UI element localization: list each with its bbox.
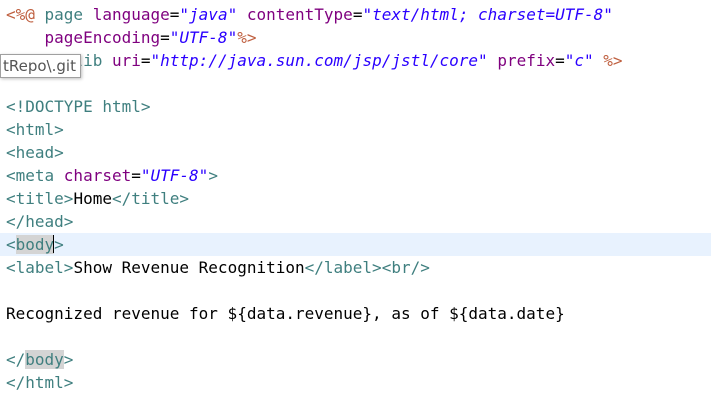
code-line[interactable]: <%@ taglib uri="http://java.sun.com/jsp/… (6, 49, 711, 72)
code-token: "UTF-8" (169, 28, 238, 47)
code-line[interactable]: </html> (6, 371, 711, 394)
code-token: < (6, 235, 16, 254)
code-token: "http://java.sun.com/jsp/jstl/core" (150, 51, 488, 70)
code-token: "text/html; charset=UTF-8" (362, 5, 613, 24)
code-token: <label> (6, 258, 74, 277)
code-line[interactable]: <%@ page language="java" contentType="te… (6, 3, 711, 26)
code-token: <title> (6, 189, 74, 208)
code-token: = (169, 5, 180, 24)
path-tooltip: tRepo\.git (0, 54, 81, 78)
code-line[interactable]: <html> (6, 118, 711, 141)
code-token: > (63, 350, 74, 369)
code-token: = (352, 5, 363, 24)
code-token: <%@ (6, 5, 45, 24)
code-token: = (555, 51, 565, 70)
code-token: prefix (497, 51, 556, 70)
code-line[interactable] (6, 72, 711, 95)
code-line[interactable]: </body> (6, 348, 711, 371)
code-token: body (15, 235, 55, 254)
code-token: uri (111, 51, 141, 70)
code-token: %> (237, 28, 257, 47)
code-line[interactable]: <!DOCTYPE html> (6, 95, 711, 118)
code-token: Home (73, 189, 112, 208)
code-token: </title> (111, 189, 190, 208)
code-token: pageEncoding (44, 28, 161, 47)
code-token: contentType (246, 5, 353, 24)
code-token: </ (6, 350, 26, 369)
code-token: "c" (564, 51, 594, 70)
code-token: <!DOCTYPE html> (6, 97, 151, 116)
code-token: = (140, 51, 151, 70)
code-line[interactable]: </head> (6, 210, 711, 233)
code-editor[interactable]: <%@ page language="java" contentType="te… (0, 0, 711, 404)
code-token: Recognized revenue for ${data.revenue}, … (6, 304, 565, 323)
code-token: language (92, 5, 170, 24)
code-token: > (208, 166, 218, 185)
code-line[interactable]: Recognized revenue for ${data.revenue}, … (6, 302, 711, 325)
code-token: "java" (179, 5, 238, 24)
code-token: = (160, 28, 170, 47)
code-token: <meta (6, 166, 64, 185)
code-token: = (131, 166, 141, 185)
code-token: </label><br/> (304, 258, 430, 277)
code-line[interactable]: <label>Show Revenue Recognition</label><… (6, 256, 711, 279)
code-token: %> (603, 51, 623, 70)
code-line[interactable]: <title>Home</title> (6, 187, 711, 210)
code-token: <head> (6, 143, 64, 162)
code-line[interactable]: <meta charset="UTF-8"> (6, 164, 711, 187)
code-token: <html> (6, 120, 64, 139)
code-token: </html> (6, 373, 74, 392)
code-token: body (25, 350, 64, 369)
code-line[interactable]: <head> (6, 141, 711, 164)
code-token: "UTF-8" (140, 166, 209, 185)
code-token: </head> (6, 212, 74, 231)
code-line[interactable] (6, 279, 711, 302)
code-line-current[interactable]: <body> (0, 233, 711, 256)
code-line[interactable] (6, 325, 711, 348)
code-token: page (44, 5, 93, 24)
code-token: > (54, 235, 64, 254)
code-line[interactable]: pageEncoding="UTF-8"%> (6, 26, 711, 49)
code-token: charset (63, 166, 132, 185)
code-token: Show Revenue Recognition (73, 258, 305, 277)
